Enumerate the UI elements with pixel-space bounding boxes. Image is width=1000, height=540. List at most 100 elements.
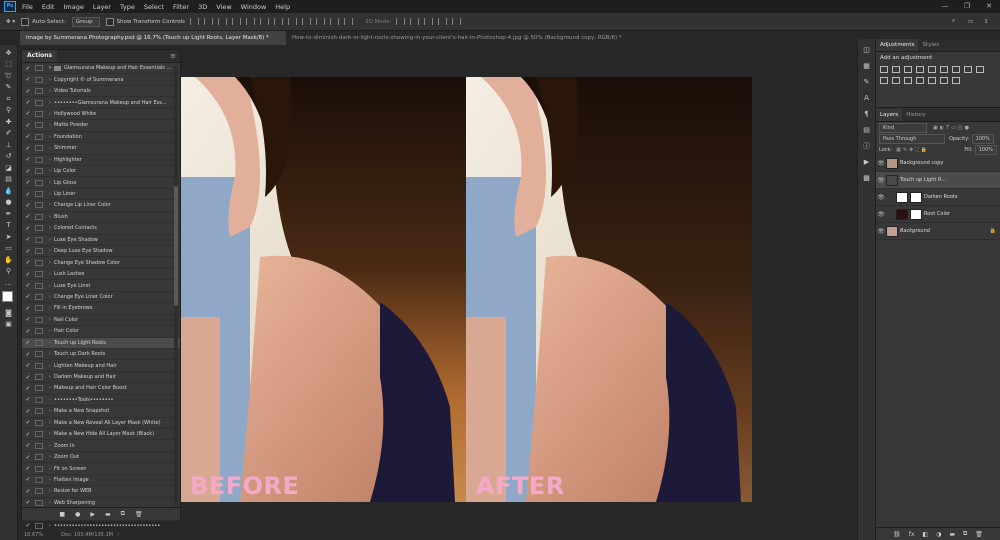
chevron-right-icon[interactable]: ›	[46, 466, 54, 472]
dialog-toggle-icon[interactable]	[35, 362, 43, 369]
checkmark-icon[interactable]: ✓	[24, 88, 32, 95]
action-item[interactable]: ✓ › Touch up Light Roots	[22, 337, 180, 349]
checkmark-icon[interactable]: ✓	[24, 156, 32, 163]
link-layers-icon[interactable]: ⛓	[893, 531, 901, 538]
color-lookup-icon[interactable]	[892, 77, 900, 84]
action-item[interactable]: ✓ › Copyright © of Summerana	[22, 74, 180, 86]
chevron-right-icon[interactable]: ›	[46, 294, 54, 300]
chevron-right-icon[interactable]: ›	[46, 214, 54, 220]
action-set[interactable]: ✓ ▾ Glamsurana Makeup and Hair Essentials …	[22, 63, 180, 75]
checkmark-icon[interactable]: ✓	[24, 191, 32, 198]
stop-icon[interactable]: ■	[59, 511, 65, 518]
action-item[interactable]: ✓ › Darken Makeup and Hair	[22, 372, 180, 384]
chevron-right-icon[interactable]: ›	[46, 111, 54, 117]
actions-scrollbar[interactable]	[174, 66, 178, 506]
pen-tool-icon[interactable]: ✒	[4, 210, 14, 218]
action-item[interactable]: ✓ › Make a New Reveal All Layer Mask (Whit…	[22, 418, 180, 429]
delete-icon[interactable]: 🗑	[135, 511, 143, 518]
brightness-contrast-icon[interactable]	[880, 66, 888, 73]
chevron-right-icon[interactable]: ›	[46, 271, 54, 277]
chevron-right-icon[interactable]: ›	[46, 351, 54, 357]
foreground-color-swatch[interactable]	[1, 290, 13, 302]
move-tool-icon[interactable]: ✥ ▾	[6, 17, 15, 26]
new-adjustment-icon[interactable]: ◑	[936, 531, 941, 538]
action-item[interactable]: ✓ › Flatten Image	[22, 475, 180, 487]
new-group-icon[interactable]: ▬	[949, 531, 955, 538]
menu-edit[interactable]: Edit	[42, 3, 55, 11]
workspace-icon[interactable]: ▭	[968, 17, 973, 26]
color-balance-icon[interactable]	[952, 66, 960, 73]
checkmark-icon[interactable]: ✓	[24, 385, 32, 392]
action-item[interactable]: ✓ › Blush	[22, 212, 180, 224]
layer-row[interactable]: 👁 Background 🔒	[876, 223, 1000, 240]
chevron-right-icon[interactable]: ›	[46, 145, 54, 151]
dialog-toggle-icon[interactable]	[35, 282, 43, 289]
dialog-toggle-icon[interactable]	[35, 133, 43, 140]
action-item[interactable]: ✓ › Make a New Hide All Layer Mask (Black)	[22, 429, 180, 441]
checkmark-icon[interactable]: ✓	[24, 362, 32, 369]
chevron-right-icon[interactable]: ›	[46, 523, 54, 529]
action-item[interactable]: ✓ › Hair Color	[22, 326, 180, 338]
tab-styles[interactable]: Styles	[918, 39, 943, 51]
action-item[interactable]: ✓ › ••••••••Tools••••••••	[22, 395, 180, 407]
dialog-toggle-icon[interactable]	[35, 476, 43, 483]
checkmark-icon[interactable]: ✓	[24, 419, 32, 426]
chevron-right-icon[interactable]: ›	[46, 180, 54, 186]
chevron-right-icon[interactable]: ›	[46, 77, 54, 83]
checkmark-icon[interactable]: ✓	[24, 282, 32, 289]
layer-mask-thumbnail[interactable]	[910, 208, 922, 220]
action-item[interactable]: ✓ › Lip Color	[22, 166, 180, 178]
action-item[interactable]: ✓ › Lush Lashes	[22, 269, 180, 281]
dodge-tool-icon[interactable]: ●	[4, 198, 14, 206]
move-tool-icon[interactable]: ✥	[4, 49, 14, 57]
layer-row[interactable]: 👁 Root Color	[876, 206, 1000, 223]
distribute-center-icon[interactable]	[330, 18, 340, 25]
dialog-toggle-icon[interactable]	[35, 225, 43, 232]
threshold-icon[interactable]	[928, 77, 936, 84]
share-icon[interactable]: ⇪	[984, 17, 989, 26]
eraser-tool-icon[interactable]: ◪	[4, 164, 14, 172]
dialog-toggle-icon[interactable]	[35, 385, 43, 392]
eyedropper-tool-icon[interactable]: ⚲	[4, 106, 14, 114]
document-canvas[interactable]: BEFORE AFTER	[180, 77, 752, 502]
dialog-toggle-icon[interactable]	[35, 145, 43, 152]
dialog-toggle-icon[interactable]	[35, 351, 43, 358]
chevron-right-icon[interactable]: ›	[46, 374, 54, 380]
action-item[interactable]: ✓ › Lip Liner	[22, 189, 180, 201]
menu-filter[interactable]: Filter	[173, 3, 189, 11]
action-item[interactable]: ✓ › Lighten Makeup and Hair	[22, 360, 180, 372]
posterize-icon[interactable]	[916, 77, 924, 84]
dialog-toggle-icon[interactable]	[35, 305, 43, 312]
checkmark-icon[interactable]: ✓	[24, 259, 32, 266]
checkmark-icon[interactable]: ✓	[24, 305, 32, 312]
history-brush-tool-icon[interactable]: ↺	[4, 152, 14, 160]
dialog-toggle-icon[interactable]	[35, 156, 43, 163]
action-item[interactable]: ✓ › Lip Gloss	[22, 177, 180, 189]
close-button[interactable]: ✕	[978, 0, 1000, 13]
levels-icon[interactable]	[892, 66, 900, 73]
chevron-right-icon[interactable]: ›	[46, 283, 54, 289]
quick-mask-icon[interactable]: ◙	[4, 309, 14, 317]
checkmark-icon[interactable]: ✓	[24, 522, 32, 529]
checkmark-icon[interactable]: ✓	[24, 465, 32, 472]
scrollbar-thumb[interactable]	[174, 186, 178, 306]
marquee-tool-icon[interactable]: ⬚	[4, 60, 14, 68]
restore-button[interactable]: ❐	[956, 0, 978, 13]
menu-layer[interactable]: Layer	[93, 3, 111, 11]
vibrance-icon[interactable]	[928, 66, 936, 73]
hand-tool-icon[interactable]: ✋	[4, 256, 14, 264]
checkmark-icon[interactable]: ✓	[24, 476, 32, 483]
dialog-toggle-icon[interactable]	[35, 259, 43, 266]
align-top-icon[interactable]	[190, 18, 200, 25]
layer-thumbnail[interactable]	[896, 191, 908, 203]
dialog-toggle-icon[interactable]	[35, 179, 43, 186]
checkmark-icon[interactable]: ✓	[24, 431, 32, 438]
3d-rotate-icon[interactable]	[396, 18, 406, 25]
chevron-right-icon[interactable]: ›	[46, 88, 54, 94]
3d-pan-icon[interactable]	[424, 18, 434, 25]
add-mask-icon[interactable]: ◧	[922, 531, 928, 538]
dialog-toggle-icon[interactable]	[35, 374, 43, 381]
action-item[interactable]: ✓ › Hollywood White	[22, 109, 180, 121]
checkmark-icon[interactable]: ✓	[24, 145, 32, 152]
hue-saturation-icon[interactable]	[940, 66, 948, 73]
